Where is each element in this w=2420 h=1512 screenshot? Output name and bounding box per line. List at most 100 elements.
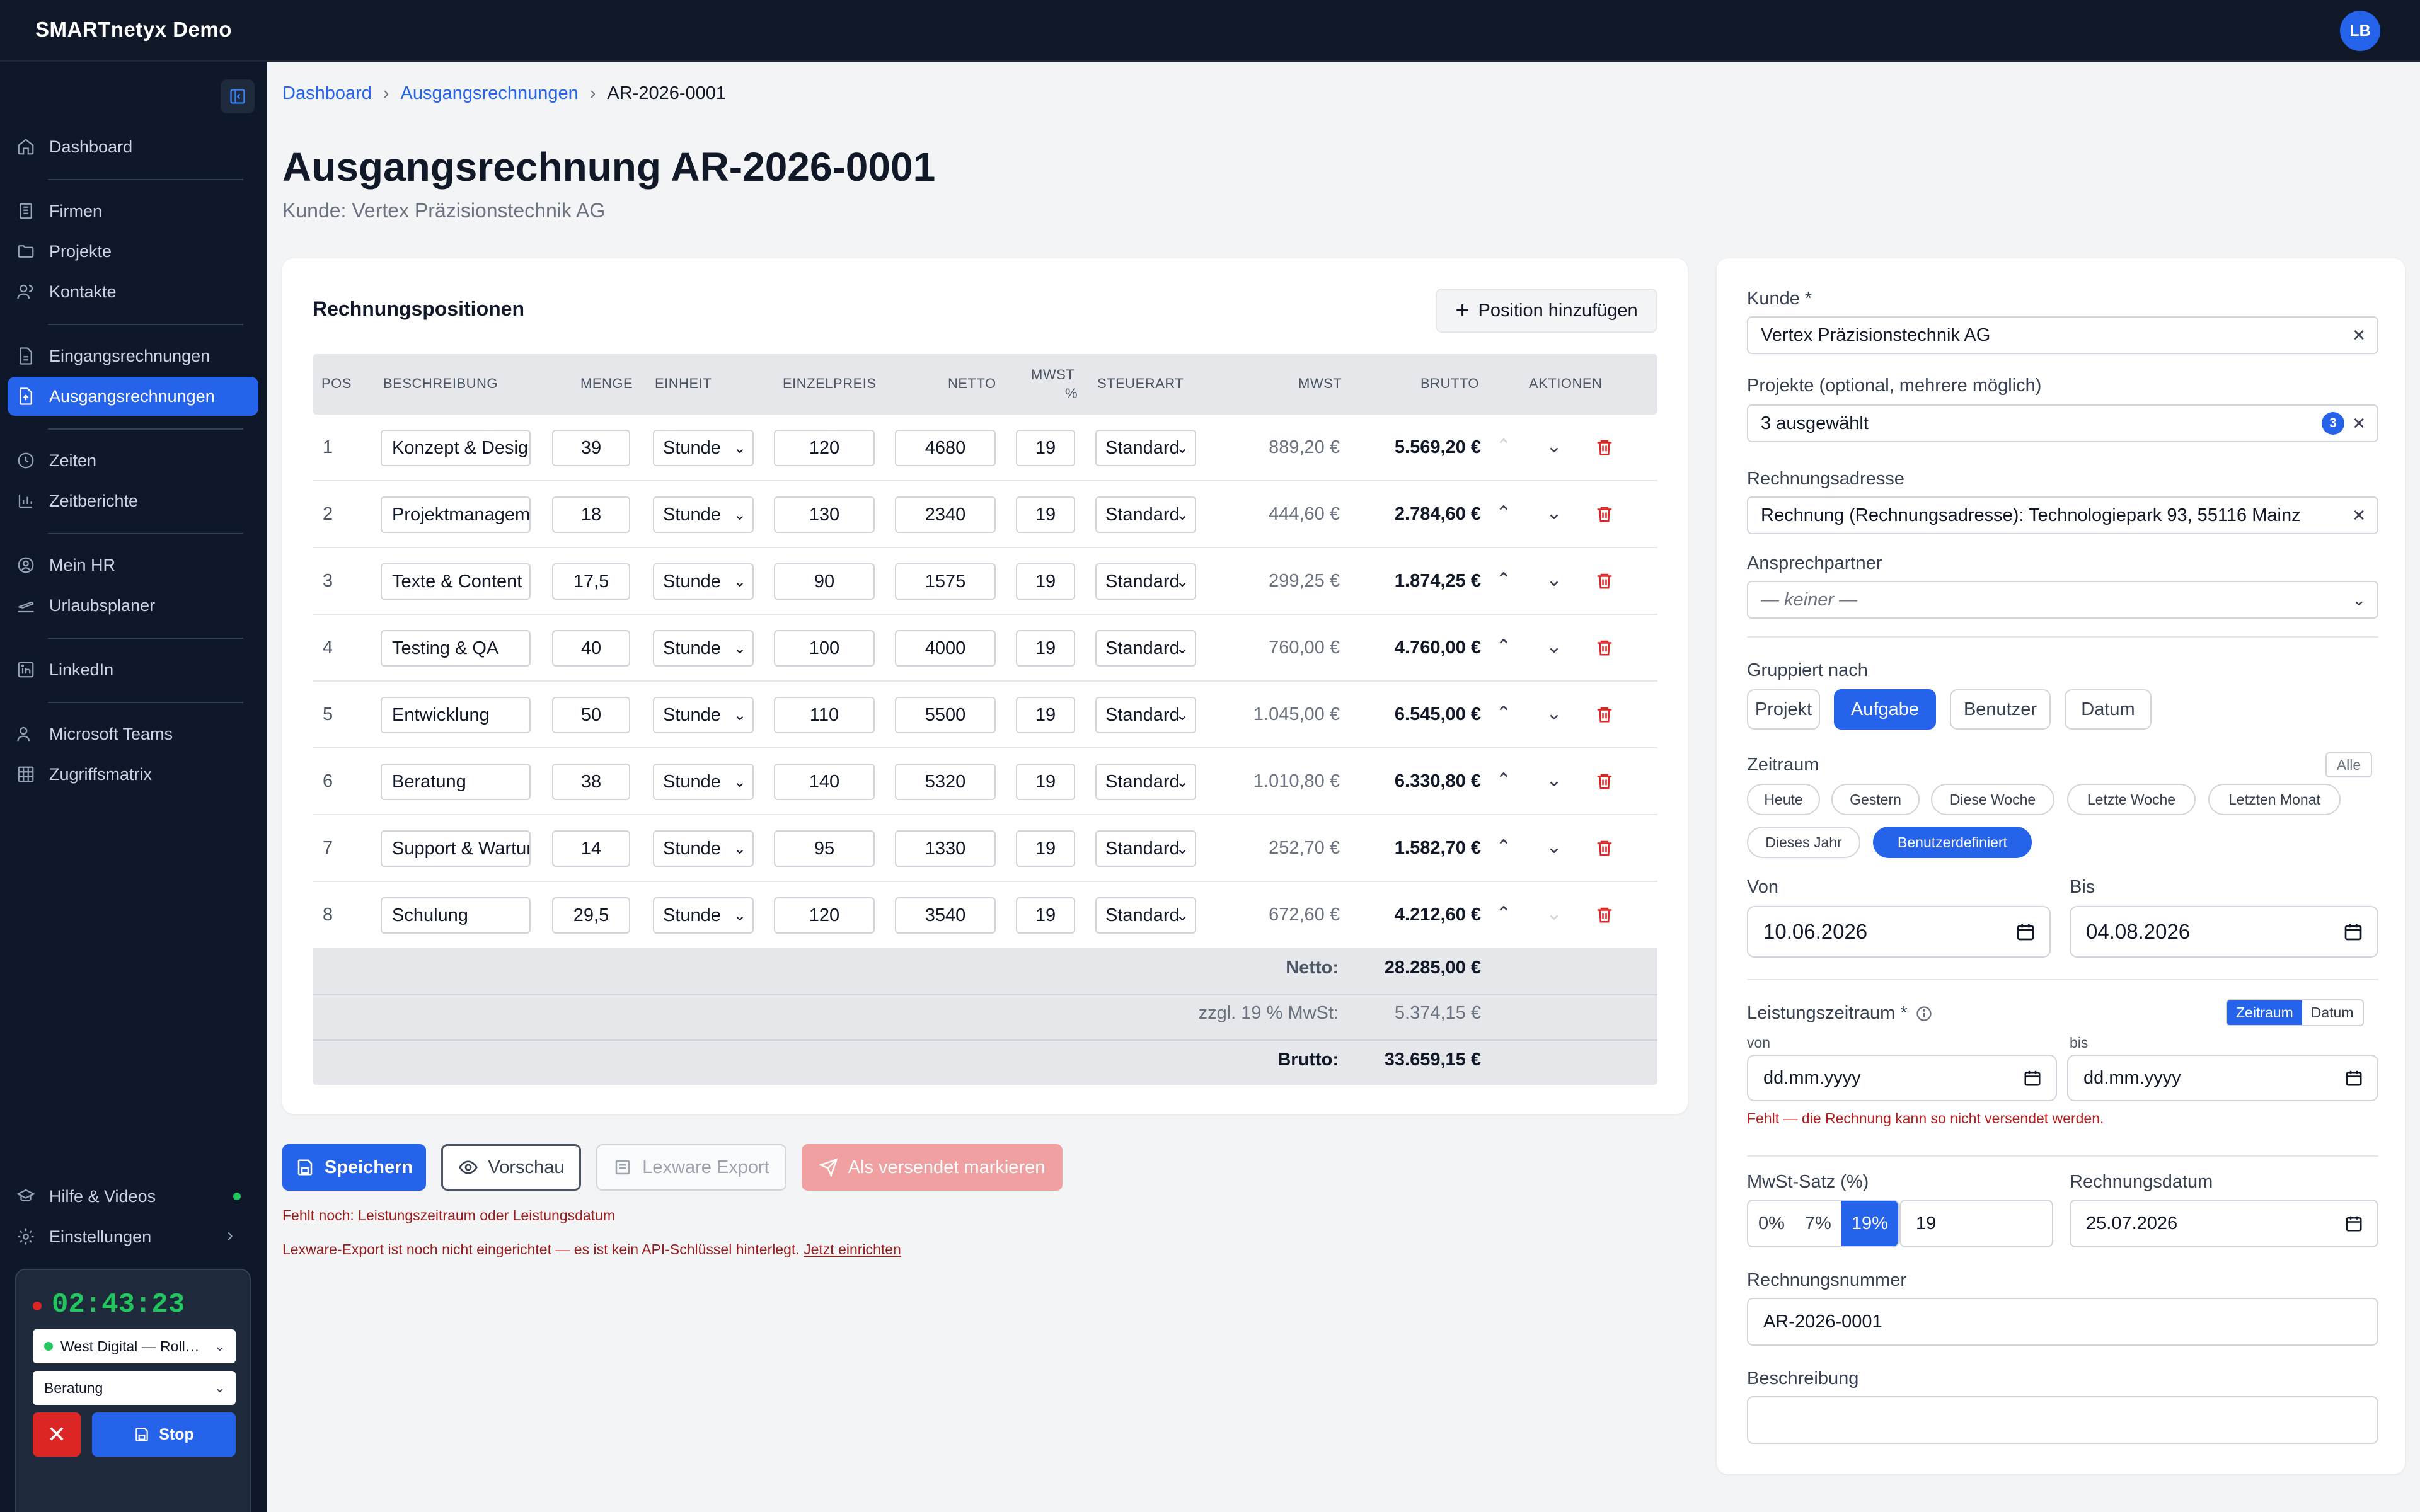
move-up-button[interactable]: ⌃ xyxy=(1491,567,1516,592)
row-unit-select[interactable]: Stunde ⌄ xyxy=(653,764,754,800)
zeitraum-all-button[interactable]: Alle xyxy=(2325,752,2372,777)
row-description-input[interactable]: Testing & QA xyxy=(381,630,531,667)
row-unit-price-input[interactable]: 90 xyxy=(774,563,875,600)
delete-row-button[interactable] xyxy=(1592,769,1617,794)
row-quantity-input[interactable]: 38 xyxy=(552,764,630,800)
save-button[interactable]: Speichern xyxy=(282,1144,426,1191)
row-quantity-input[interactable]: 18 xyxy=(552,496,630,533)
row-description-input[interactable]: Entwicklung xyxy=(381,697,531,733)
move-up-button[interactable]: ⌃ xyxy=(1491,901,1516,926)
row-netto-input[interactable]: 2340 xyxy=(895,496,996,533)
move-down-button[interactable]: ⌄ xyxy=(1541,701,1567,726)
row-quantity-input[interactable]: 50 xyxy=(552,697,630,733)
clear-icon[interactable]: ✕ xyxy=(2352,326,2366,345)
row-vat-pct-input[interactable]: 19 xyxy=(1016,496,1075,533)
zeitraum-letzten-monat[interactable]: Letzten Monat xyxy=(2208,784,2341,815)
group-by-projekt[interactable]: Projekt xyxy=(1747,689,1820,730)
row-vat-pct-input[interactable]: 19 xyxy=(1016,697,1075,733)
leistung-bis-input[interactable]: dd.mm.yyyy xyxy=(2067,1055,2378,1101)
sidebar-item-linkedin[interactable]: LinkedIn xyxy=(8,650,258,689)
zeitraum-gestern[interactable]: Gestern xyxy=(1831,784,1920,815)
sidebar-item-zeiten[interactable]: Zeiten xyxy=(8,441,258,480)
row-vat-pct-input[interactable]: 19 xyxy=(1016,830,1075,867)
row-vat-pct-input[interactable]: 19 xyxy=(1016,563,1075,600)
rechnungsdatum-input[interactable]: 25.07.2026 xyxy=(2070,1200,2378,1247)
move-up-button[interactable]: ⌃ xyxy=(1491,834,1516,859)
row-tax-type-select[interactable]: Standard ⌄ xyxy=(1095,496,1196,533)
sidebar-item-hilfe[interactable]: Hilfe & Videos xyxy=(8,1177,258,1216)
timer-task-select[interactable]: Beratung ⌄ xyxy=(33,1371,236,1405)
add-position-button[interactable]: + Position hinzufügen xyxy=(1436,289,1657,333)
row-unit-select[interactable]: Stunde ⌄ xyxy=(653,630,754,667)
mwst-rate-0[interactable]: 0% xyxy=(1748,1201,1795,1246)
row-netto-input[interactable]: 4000 xyxy=(895,630,996,667)
sidebar-item-einstellungen[interactable]: Einstellungen › xyxy=(8,1217,258,1256)
row-unit-price-input[interactable]: 110 xyxy=(774,697,875,733)
sidebar-item-projekte[interactable]: Projekte xyxy=(8,232,258,271)
row-netto-input[interactable]: 1575 xyxy=(895,563,996,600)
delete-row-button[interactable] xyxy=(1592,902,1617,927)
row-unit-select[interactable]: Stunde ⌄ xyxy=(653,430,754,466)
move-down-button[interactable]: ⌄ xyxy=(1541,834,1567,859)
zeitraum-letzte-woche[interactable]: Letzte Woche xyxy=(2067,784,2196,815)
rechnungsnummer-input[interactable]: AR-2026-0001 xyxy=(1747,1298,2378,1346)
group-by-aufgabe[interactable]: Aufgabe xyxy=(1834,689,1936,730)
breadcrumb-link-dashboard[interactable]: Dashboard xyxy=(282,83,372,104)
mwst-rate-7[interactable]: 7% xyxy=(1795,1201,1841,1246)
sidebar-item-dashboard[interactable]: Dashboard xyxy=(8,127,258,166)
delete-row-button[interactable] xyxy=(1592,568,1617,593)
row-vat-pct-input[interactable]: 19 xyxy=(1016,430,1075,466)
collapse-sidebar-button[interactable] xyxy=(221,79,255,113)
sidebar-item-eingangsrechnungen[interactable]: Eingangsrechnungen xyxy=(8,336,258,375)
row-tax-type-select[interactable]: Standard ⌄ xyxy=(1095,897,1196,934)
row-description-input[interactable]: Support & Wartung xyxy=(381,830,531,867)
delete-row-button[interactable] xyxy=(1592,635,1617,660)
move-up-button[interactable]: ⌃ xyxy=(1491,634,1516,659)
row-unit-price-input[interactable]: 120 xyxy=(774,897,875,934)
row-description-input[interactable]: Projektmanagement xyxy=(381,496,531,533)
move-down-button[interactable]: ⌄ xyxy=(1541,901,1567,926)
projekte-select[interactable]: 3 ausgewählt 3 ✕ xyxy=(1747,404,2378,442)
von-date-input[interactable]: 10.06.2026 xyxy=(1747,906,2051,958)
timer-stop-button[interactable]: Stop xyxy=(92,1412,236,1457)
move-up-button[interactable]: ⌃ xyxy=(1491,500,1516,525)
row-netto-input[interactable]: 3540 xyxy=(895,897,996,934)
mwst-rate-19[interactable]: 19% xyxy=(1841,1201,1898,1246)
row-vat-pct-input[interactable]: 19 xyxy=(1016,630,1075,667)
row-description-input[interactable]: Texte & Content xyxy=(381,563,531,600)
ansprechpartner-select[interactable]: — keiner — ⌄ xyxy=(1747,581,2378,619)
sidebar-item-firmen[interactable]: Firmen xyxy=(8,192,258,231)
lexware-export-button[interactable]: Lexware Export xyxy=(596,1144,786,1191)
mwst-rate-input[interactable]: 19 xyxy=(1899,1200,2053,1247)
leistung-mode-zeitraum[interactable]: Zeitraum xyxy=(2227,1000,2302,1025)
sidebar-item-mein-hr[interactable]: Mein HR xyxy=(8,546,258,585)
mark-sent-button[interactable]: Als versendet markieren xyxy=(802,1144,1063,1191)
row-unit-select[interactable]: Stunde ⌄ xyxy=(653,830,754,867)
info-icon[interactable] xyxy=(1915,1005,1933,1022)
move-down-button[interactable]: ⌄ xyxy=(1541,567,1567,592)
row-netto-input[interactable]: 5500 xyxy=(895,697,996,733)
row-unit-price-input[interactable]: 100 xyxy=(774,630,875,667)
sidebar-item-ausgangsrechnungen[interactable]: Ausgangsrechnungen xyxy=(8,377,258,416)
row-netto-input[interactable]: 5320 xyxy=(895,764,996,800)
clear-icon[interactable]: ✕ xyxy=(2352,506,2366,525)
delete-row-button[interactable] xyxy=(1592,702,1617,727)
row-quantity-input[interactable]: 17,5 xyxy=(552,563,630,600)
lexware-setup-link[interactable]: Jetzt einrichten xyxy=(804,1241,901,1257)
sidebar-item-zeitberichte[interactable]: Zeitberichte xyxy=(8,481,258,520)
row-quantity-input[interactable]: 40 xyxy=(552,630,630,667)
kunde-select[interactable]: Vertex Präzisionstechnik AG ✕ xyxy=(1747,316,2378,354)
row-netto-input[interactable]: 4680 xyxy=(895,430,996,466)
breadcrumb-link-ausgangsrechnungen[interactable]: Ausgangsrechnungen xyxy=(401,83,579,104)
sidebar-item-urlaubsplaner[interactable]: Urlaubsplaner xyxy=(8,586,258,625)
sidebar-item-microsoft-teams[interactable]: Microsoft Teams xyxy=(8,714,258,753)
row-tax-type-select[interactable]: Standard ⌄ xyxy=(1095,764,1196,800)
zeitraum-heute[interactable]: Heute xyxy=(1747,784,1820,815)
row-unit-price-input[interactable]: 140 xyxy=(774,764,875,800)
row-quantity-input[interactable]: 39 xyxy=(552,430,630,466)
bis-date-input[interactable]: 04.08.2026 xyxy=(2070,906,2378,958)
sidebar-item-zugriffsmatrix[interactable]: Zugriffsmatrix xyxy=(8,755,258,794)
move-down-button[interactable]: ⌄ xyxy=(1541,433,1567,459)
row-tax-type-select[interactable]: Standard ⌄ xyxy=(1095,430,1196,466)
row-description-input[interactable]: Schulung xyxy=(381,897,531,934)
